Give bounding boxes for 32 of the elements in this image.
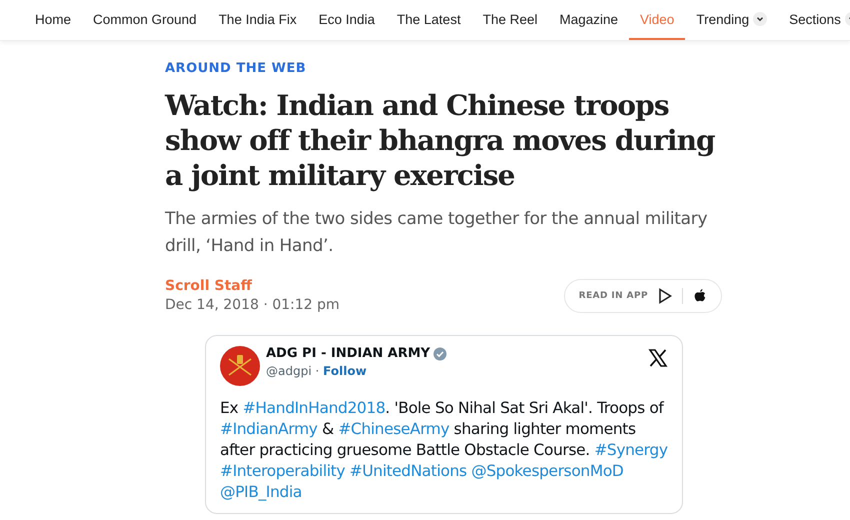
hashtag-link[interactable]: @PIB_India xyxy=(220,483,302,501)
category-label: AROUND THE WEB xyxy=(165,61,308,76)
read-in-app-button[interactable]: READ IN APP xyxy=(564,278,722,312)
nav-link[interactable]: The India Fix xyxy=(208,0,308,40)
hashtag-link[interactable]: @SpokespersonMoD xyxy=(471,462,624,480)
play-triangle-icon xyxy=(658,288,672,304)
nav-link[interactable]: Home xyxy=(24,0,82,40)
apple-icon xyxy=(693,288,707,304)
tweet-text: Ex #HandInHand2018. 'Bole So Nihal Sat Sri Akal'. Troops of #IndianArmy & #ChineseArmy sharing lighter moments after practicing gruesome Battle Obstacle Course. #Synergy #Interoperability #UnitedNations @SpokespersonMoD @PIB_India xyxy=(220,398,668,503)
hashtag-link[interactable]: #Interoperability xyxy=(220,462,345,480)
nav-link[interactable]: Eco India xyxy=(308,0,386,40)
hashtag-link[interactable]: #HandInHand2018 xyxy=(242,399,386,417)
follow-link[interactable]: Follow xyxy=(323,364,367,378)
nav-link[interactable]: The Reel xyxy=(472,0,548,40)
account-handle: @adgpi · xyxy=(266,364,320,378)
hashtag-link[interactable]: #ChineseArmy xyxy=(338,420,450,438)
nav-link[interactable]: Common Ground xyxy=(82,0,208,40)
account-name: ADG PI - INDIAN ARMY xyxy=(266,346,430,361)
nav-link[interactable]: Magazine xyxy=(548,0,630,40)
x-logo-icon[interactable] xyxy=(648,348,668,368)
hashtag-link[interactable]: #Synergy xyxy=(594,441,668,459)
nav-link[interactable]: Video xyxy=(629,0,686,40)
publish-date: Dec 14, 2018 · 01:12 pm xyxy=(165,297,340,313)
headline: Watch: Indian and Chinese troops show off their bhangra moves during a joint military exercise xyxy=(165,88,716,193)
emblem-avatar-icon xyxy=(220,346,260,386)
author-link[interactable]: Scroll Staff xyxy=(165,278,340,294)
nav-link[interactable]: Sections xyxy=(778,0,850,40)
standfirst: The armies of the two sides came together for the annual military drill, ‘Hand in Hand’. xyxy=(165,208,708,258)
hashtag-link[interactable]: #UnitedNations xyxy=(350,462,467,480)
nav-link[interactable]: The Latest xyxy=(386,0,472,40)
hashtag-link[interactable]: #IndianArmy xyxy=(220,420,318,438)
nav-link[interactable]: Trending xyxy=(685,0,778,40)
